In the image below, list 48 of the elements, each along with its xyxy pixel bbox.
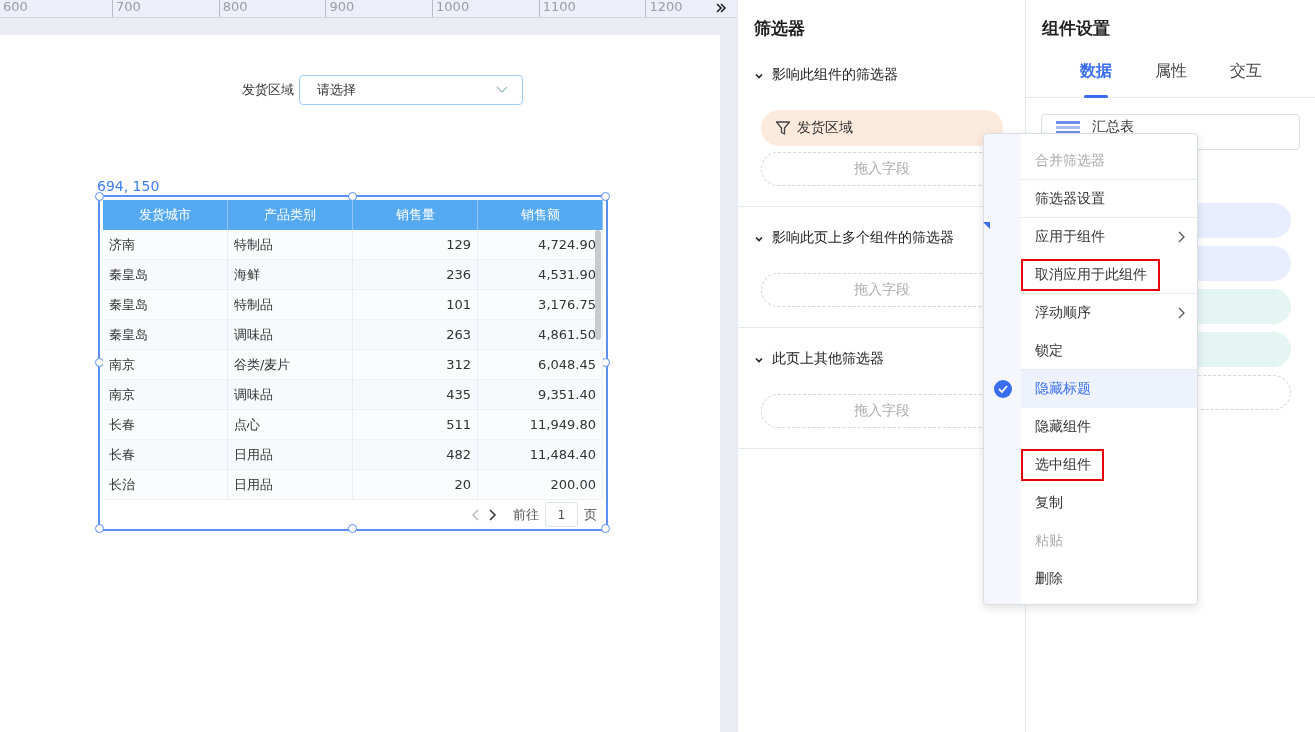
table-cell: 长治 <box>103 470 228 500</box>
page-label: 页 <box>584 505 597 524</box>
menu-item[interactable]: 筛选器设置 <box>1021 180 1197 218</box>
menu-item[interactable]: 浮动顺序 <box>1021 294 1197 332</box>
menu-item: 粘贴 <box>1034 530 1064 550</box>
table-cell: 20 <box>353 470 478 500</box>
section-title[interactable]: 影响此页上多个组件的筛选器 <box>772 229 954 247</box>
page-input[interactable]: 1 <box>545 502 578 527</box>
expand-icon[interactable] <box>715 2 727 14</box>
filter-icon <box>775 120 791 136</box>
panel-title: 筛选器 <box>754 17 806 40</box>
next-page-icon[interactable] <box>487 508 497 521</box>
component-name: 汇总表 <box>1092 118 1134 135</box>
tab[interactable]: 数据 <box>1058 46 1133 97</box>
resize-handle[interactable] <box>348 524 357 533</box>
ruler-label: 600 <box>3 0 28 15</box>
ruler-label: 1100 <box>542 0 576 15</box>
select-placeholder: 请选择 <box>317 81 356 99</box>
resize-handle[interactable] <box>95 524 104 533</box>
menu-item[interactable]: 隐藏标题 <box>1021 370 1197 408</box>
filter-chip-label: 发货区域 <box>797 119 853 137</box>
region-select[interactable]: 请选择 <box>299 75 523 105</box>
ruler-label: 700 <box>116 0 141 15</box>
table-cell: 日用品 <box>228 470 353 500</box>
menu-item[interactable]: 隐藏组件 <box>1021 408 1197 446</box>
ruler-label: 1000 <box>436 0 470 15</box>
menu-item[interactable]: 删除 <box>1021 560 1197 598</box>
resize-handle[interactable] <box>95 192 104 201</box>
section-title[interactable]: 影响此组件的筛选器 <box>772 66 898 84</box>
previous-page-icon[interactable] <box>471 508 481 521</box>
goto-label: 前往 <box>513 505 539 524</box>
menu-item: 合并筛选器 <box>1021 142 1197 180</box>
ruler-label: 900 <box>329 0 355 15</box>
menu-item[interactable]: 选中组件 <box>1021 446 1197 484</box>
section-title[interactable]: 此页上其他筛选器 <box>772 350 884 368</box>
ruler-label: 800 <box>222 0 248 15</box>
pointer-icon <box>983 222 990 229</box>
position-label: 694, 150 <box>97 177 161 195</box>
resize-handle[interactable] <box>601 524 610 533</box>
table-cell: 200.00 <box>478 470 603 500</box>
tab[interactable]: 交互 <box>1208 46 1283 97</box>
tab[interactable]: 属性 <box>1133 46 1208 97</box>
panel-title: 组件设置 <box>1042 17 1111 40</box>
ruler-label: 1200 <box>649 0 683 15</box>
menu-item[interactable]: 复制 <box>1021 484 1197 522</box>
menu-item[interactable]: 应用于组件 <box>1021 218 1197 256</box>
filter-label: 发货区域 <box>242 81 294 99</box>
filter-chip[interactable]: 发货区域 <box>761 110 1003 146</box>
